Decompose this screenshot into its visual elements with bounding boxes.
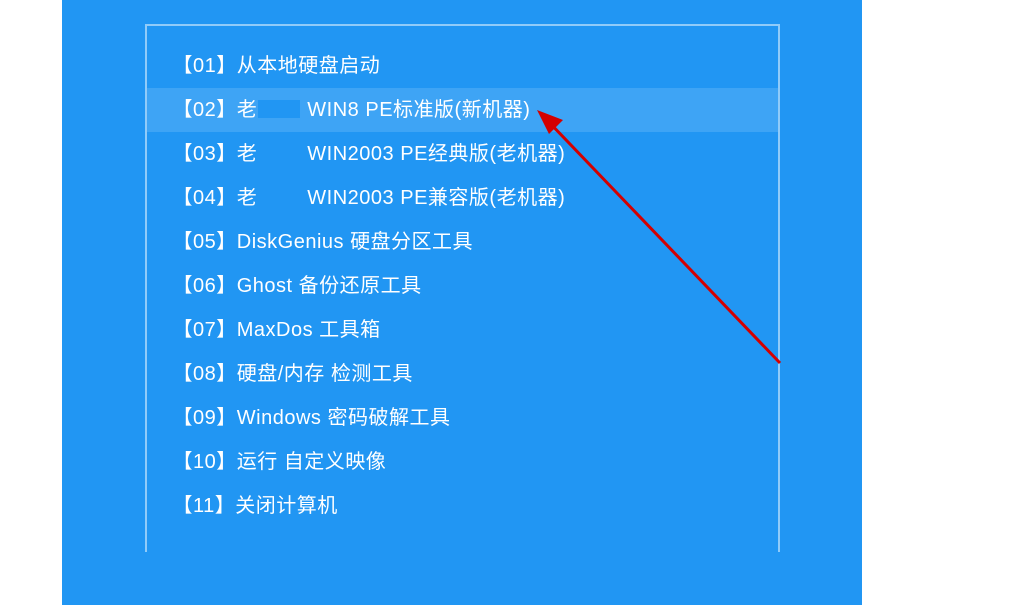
boot-menu-item-11[interactable]: 【11】关闭计算机 <box>147 484 778 528</box>
menu-item-number: 04 <box>193 187 216 209</box>
bracket-close: 】 <box>216 55 237 77</box>
menu-item-number: 08 <box>193 363 216 385</box>
menu-item-number: 11 <box>193 495 215 517</box>
menu-item-number: 07 <box>193 319 216 341</box>
bracket-close: 】 <box>216 319 237 341</box>
bracket-open: 【 <box>173 495 194 517</box>
menu-item-label: Windows 密码破解工具 <box>237 407 451 429</box>
boot-menu-item-09[interactable]: 【09】Windows 密码破解工具 <box>147 396 778 440</box>
menu-item-number: 06 <box>193 275 216 297</box>
boot-menu-item-01[interactable]: 【01】从本地硬盘启动 <box>147 44 778 88</box>
menu-item-label: Ghost 备份还原工具 <box>237 275 422 297</box>
bracket-open: 【 <box>173 99 194 121</box>
bracket-close: 】 <box>216 231 237 253</box>
bracket-open: 【 <box>173 55 194 77</box>
bracket-close: 】 <box>215 495 236 517</box>
boot-menu-item-03[interactable]: 【03】老 WIN2003 PE经典版(老机器) <box>147 132 778 176</box>
bracket-open: 【 <box>173 407 194 429</box>
bracket-open: 【 <box>173 319 194 341</box>
bracket-open: 【 <box>173 451 194 473</box>
bracket-open: 【 <box>173 143 194 165</box>
boot-menu-item-08[interactable]: 【08】硬盘/内存 检测工具 <box>147 352 778 396</box>
bracket-close: 】 <box>216 275 237 297</box>
menu-item-label: 关闭计算机 <box>235 495 338 517</box>
boot-menu-item-04[interactable]: 【04】老 WIN2003 PE兼容版(老机器) <box>147 176 778 220</box>
bracket-close: 】 <box>216 187 237 209</box>
bracket-close: 】 <box>216 99 237 121</box>
menu-item-label: MaxDos 工具箱 <box>237 319 381 341</box>
boot-menu-item-05[interactable]: 【05】DiskGenius 硬盘分区工具 <box>147 220 778 264</box>
menu-item-prefix: 老 <box>237 143 258 165</box>
menu-item-number: 01 <box>193 55 216 77</box>
censored-block <box>258 188 300 206</box>
menu-item-label: 从本地硬盘启动 <box>237 55 381 77</box>
bracket-close: 】 <box>216 143 237 165</box>
menu-item-number: 02 <box>193 99 216 121</box>
menu-item-label: 硬盘/内存 检测工具 <box>237 363 413 385</box>
bracket-close: 】 <box>216 363 237 385</box>
menu-item-prefix: 老 <box>237 99 258 121</box>
bracket-close: 】 <box>216 451 237 473</box>
menu-item-label: WIN8 PE标准版(新机器) <box>301 99 530 121</box>
boot-menu-item-06[interactable]: 【06】Ghost 备份还原工具 <box>147 264 778 308</box>
bracket-open: 【 <box>173 363 194 385</box>
bracket-open: 【 <box>173 231 194 253</box>
menu-item-prefix: 老 <box>237 187 258 209</box>
boot-menu-item-10[interactable]: 【10】运行 自定义映像 <box>147 440 778 484</box>
censored-block <box>258 100 300 118</box>
menu-item-label: DiskGenius 硬盘分区工具 <box>237 231 473 253</box>
menu-item-label: 运行 自定义映像 <box>237 451 387 473</box>
menu-item-label: WIN2003 PE经典版(老机器) <box>301 143 565 165</box>
menu-item-number: 05 <box>193 231 216 253</box>
bracket-close: 】 <box>216 407 237 429</box>
censored-block <box>258 144 300 162</box>
boot-menu-screen: 【01】从本地硬盘启动【02】老 WIN8 PE标准版(新机器)【03】老 WI… <box>62 0 862 605</box>
menu-item-number: 09 <box>193 407 216 429</box>
bracket-open: 【 <box>173 187 194 209</box>
menu-item-number: 03 <box>193 143 216 165</box>
bracket-open: 【 <box>173 275 194 297</box>
menu-item-label: WIN2003 PE兼容版(老机器) <box>301 187 565 209</box>
boot-menu-box: 【01】从本地硬盘启动【02】老 WIN8 PE标准版(新机器)【03】老 WI… <box>145 24 780 552</box>
menu-item-number: 10 <box>193 451 216 473</box>
boot-menu-item-02[interactable]: 【02】老 WIN8 PE标准版(新机器) <box>147 88 778 132</box>
boot-menu-item-07[interactable]: 【07】MaxDos 工具箱 <box>147 308 778 352</box>
